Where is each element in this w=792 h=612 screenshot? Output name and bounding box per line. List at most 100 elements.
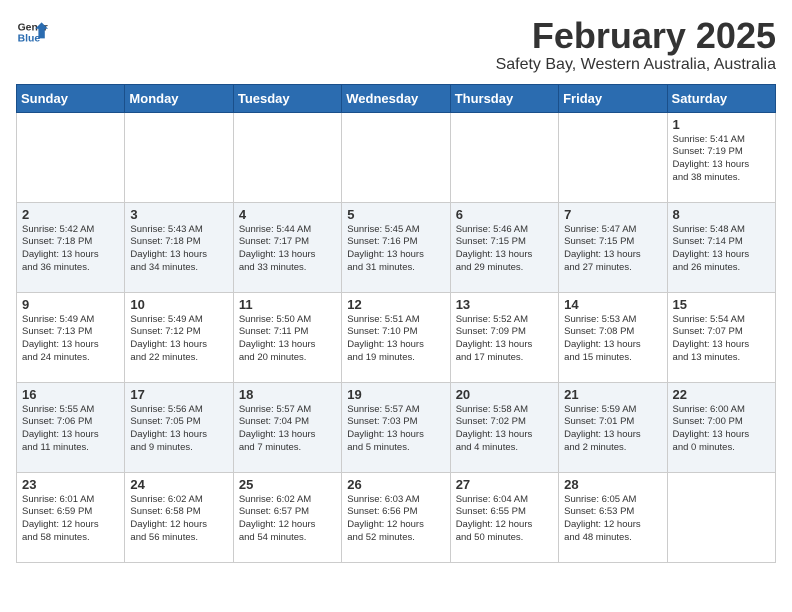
day-number: 27 [456, 477, 553, 492]
weekday-header-friday: Friday [559, 84, 667, 112]
day-info: Sunrise: 5:42 AM Sunset: 7:18 PM Dayligh… [22, 224, 119, 275]
day-number: 15 [673, 297, 770, 312]
day-number: 13 [456, 297, 553, 312]
day-info: Sunrise: 5:56 AM Sunset: 7:05 PM Dayligh… [130, 404, 227, 455]
day-info: Sunrise: 6:02 AM Sunset: 6:57 PM Dayligh… [239, 494, 336, 545]
day-number: 17 [130, 387, 227, 402]
day-number: 20 [456, 387, 553, 402]
calendar-title: February 2025 [496, 16, 776, 56]
day-number: 10 [130, 297, 227, 312]
day-info: Sunrise: 6:02 AM Sunset: 6:58 PM Dayligh… [130, 494, 227, 545]
day-number: 4 [239, 207, 336, 222]
calendar-cell: 5 Sunrise: 5:45 AM Sunset: 7:16 PM Daylig… [342, 202, 450, 292]
day-number: 2 [22, 207, 119, 222]
title-block: February 2025 Safety Bay, Western Austra… [496, 16, 776, 74]
day-number: 14 [564, 297, 661, 312]
day-number: 28 [564, 477, 661, 492]
calendar-cell: 3Sunrise: 5:43 AM Sunset: 7:18 PM Daylig… [125, 202, 233, 292]
calendar-cell [17, 112, 125, 202]
day-info: Sunrise: 5:44 AM Sunset: 7:17 PM Dayligh… [239, 224, 336, 275]
weekday-header-thursday: Thursday [450, 84, 558, 112]
logo: General Blue [16, 16, 48, 48]
weekday-header-wednesday: Wednesday [342, 84, 450, 112]
calendar-cell: 8Sunrise: 5:48 AM Sunset: 7:14 PM Daylig… [667, 202, 775, 292]
calendar-cell: 21Sunrise: 5:59 AM Sunset: 7:01 PM Dayli… [559, 382, 667, 472]
day-info: Sunrise: 5:47 AM Sunset: 7:15 PM Dayligh… [564, 224, 661, 275]
calendar-cell: 4 Sunrise: 5:44 AM Sunset: 7:17 PM Daylig… [233, 202, 341, 292]
day-info: Sunrise: 6:00 AM Sunset: 7:00 PM Dayligh… [673, 404, 770, 455]
day-info: Sunrise: 5:49 AM Sunset: 7:12 PM Dayligh… [130, 314, 227, 365]
week-row-4: 16 Sunrise: 5:55 AM Sunset: 7:06 PM Dayli… [17, 382, 776, 472]
day-number: 18 [239, 387, 336, 402]
calendar-cell: 11 Sunrise: 5:50 AM Sunset: 7:11 PM Dayli… [233, 292, 341, 382]
day-info: Sunrise: 5:48 AM Sunset: 7:14 PM Dayligh… [673, 224, 770, 275]
day-info: Sunrise: 5:46 AM Sunset: 7:15 PM Dayligh… [456, 224, 553, 275]
calendar-cell [233, 112, 341, 202]
calendar-cell: 2 Sunrise: 5:42 AM Sunset: 7:18 PM Daylig… [17, 202, 125, 292]
day-number: 1 [673, 117, 770, 132]
day-number: 24 [130, 477, 227, 492]
day-info: Sunrise: 5:58 AM Sunset: 7:02 PM Dayligh… [456, 404, 553, 455]
week-row-5: 23 Sunrise: 6:01 AM Sunset: 6:59 PM Dayli… [17, 472, 776, 562]
day-number: 7 [564, 207, 661, 222]
calendar-cell [559, 112, 667, 202]
calendar-cell: 1 Sunrise: 5:41 AM Sunset: 7:19 PM Daylig… [667, 112, 775, 202]
page-header: General Blue February 2025 Safety Bay, W… [16, 16, 776, 74]
calendar-cell [125, 112, 233, 202]
calendar-cell: 15 Sunrise: 5:54 AM Sunset: 7:07 PM Dayli… [667, 292, 775, 382]
day-number: 12 [347, 297, 444, 312]
day-info: Sunrise: 5:57 AM Sunset: 7:03 PM Dayligh… [347, 404, 444, 455]
day-number: 9 [22, 297, 119, 312]
calendar-cell: 18 Sunrise: 5:57 AM Sunset: 7:04 PM Dayli… [233, 382, 341, 472]
calendar-cell: 6 Sunrise: 5:46 AM Sunset: 7:15 PM Daylig… [450, 202, 558, 292]
day-info: Sunrise: 5:52 AM Sunset: 7:09 PM Dayligh… [456, 314, 553, 365]
day-info: Sunrise: 5:53 AM Sunset: 7:08 PM Dayligh… [564, 314, 661, 365]
day-info: Sunrise: 5:54 AM Sunset: 7:07 PM Dayligh… [673, 314, 770, 365]
week-row-2: 2 Sunrise: 5:42 AM Sunset: 7:18 PM Daylig… [17, 202, 776, 292]
calendar-subtitle: Safety Bay, Western Australia, Australia [496, 56, 776, 74]
day-info: Sunrise: 5:49 AM Sunset: 7:13 PM Dayligh… [22, 314, 119, 365]
calendar-cell: 28 Sunrise: 6:05 AM Sunset: 6:53 PM Dayli… [559, 472, 667, 562]
weekday-header-row: SundayMondayTuesdayWednesdayThursdayFrid… [17, 84, 776, 112]
calendar-cell [342, 112, 450, 202]
day-info: Sunrise: 5:55 AM Sunset: 7:06 PM Dayligh… [22, 404, 119, 455]
day-number: 16 [22, 387, 119, 402]
calendar-cell: 19Sunrise: 5:57 AM Sunset: 7:03 PM Dayli… [342, 382, 450, 472]
day-info: Sunrise: 6:01 AM Sunset: 6:59 PM Dayligh… [22, 494, 119, 545]
calendar-cell: 20 Sunrise: 5:58 AM Sunset: 7:02 PM Dayli… [450, 382, 558, 472]
day-number: 11 [239, 297, 336, 312]
day-info: Sunrise: 5:51 AM Sunset: 7:10 PM Dayligh… [347, 314, 444, 365]
calendar-cell: 26 Sunrise: 6:03 AM Sunset: 6:56 PM Dayli… [342, 472, 450, 562]
day-number: 23 [22, 477, 119, 492]
calendar-cell: 9 Sunrise: 5:49 AM Sunset: 7:13 PM Daylig… [17, 292, 125, 382]
calendar-cell: 25 Sunrise: 6:02 AM Sunset: 6:57 PM Dayli… [233, 472, 341, 562]
calendar-cell: 13 Sunrise: 5:52 AM Sunset: 7:09 PM Dayli… [450, 292, 558, 382]
weekday-header-sunday: Sunday [17, 84, 125, 112]
week-row-1: 1 Sunrise: 5:41 AM Sunset: 7:19 PM Daylig… [17, 112, 776, 202]
calendar-cell: 23 Sunrise: 6:01 AM Sunset: 6:59 PM Dayli… [17, 472, 125, 562]
week-row-3: 9 Sunrise: 5:49 AM Sunset: 7:13 PM Daylig… [17, 292, 776, 382]
calendar-cell [667, 472, 775, 562]
day-number: 22 [673, 387, 770, 402]
day-number: 21 [564, 387, 661, 402]
calendar-cell: 24 Sunrise: 6:02 AM Sunset: 6:58 PM Dayli… [125, 472, 233, 562]
calendar-cell: 10 Sunrise: 5:49 AM Sunset: 7:12 PM Dayli… [125, 292, 233, 382]
day-number: 5 [347, 207, 444, 222]
calendar-table: SundayMondayTuesdayWednesdayThursdayFrid… [16, 84, 776, 563]
calendar-cell: 27 Sunrise: 6:04 AM Sunset: 6:55 PM Dayli… [450, 472, 558, 562]
day-info: Sunrise: 5:50 AM Sunset: 7:11 PM Dayligh… [239, 314, 336, 365]
day-number: 26 [347, 477, 444, 492]
day-number: 25 [239, 477, 336, 492]
day-info: Sunrise: 5:45 AM Sunset: 7:16 PM Dayligh… [347, 224, 444, 275]
day-info: Sunrise: 6:04 AM Sunset: 6:55 PM Dayligh… [456, 494, 553, 545]
day-info: Sunrise: 5:57 AM Sunset: 7:04 PM Dayligh… [239, 404, 336, 455]
weekday-header-monday: Monday [125, 84, 233, 112]
calendar-cell: 12 Sunrise: 5:51 AM Sunset: 7:10 PM Dayli… [342, 292, 450, 382]
day-info: Sunrise: 6:05 AM Sunset: 6:53 PM Dayligh… [564, 494, 661, 545]
calendar-cell: 16 Sunrise: 5:55 AM Sunset: 7:06 PM Dayli… [17, 382, 125, 472]
logo-icon: General Blue [16, 16, 48, 48]
day-info: Sunrise: 6:03 AM Sunset: 6:56 PM Dayligh… [347, 494, 444, 545]
day-info: Sunrise: 5:41 AM Sunset: 7:19 PM Dayligh… [673, 134, 770, 185]
day-number: 6 [456, 207, 553, 222]
day-number: 3 [130, 207, 227, 222]
